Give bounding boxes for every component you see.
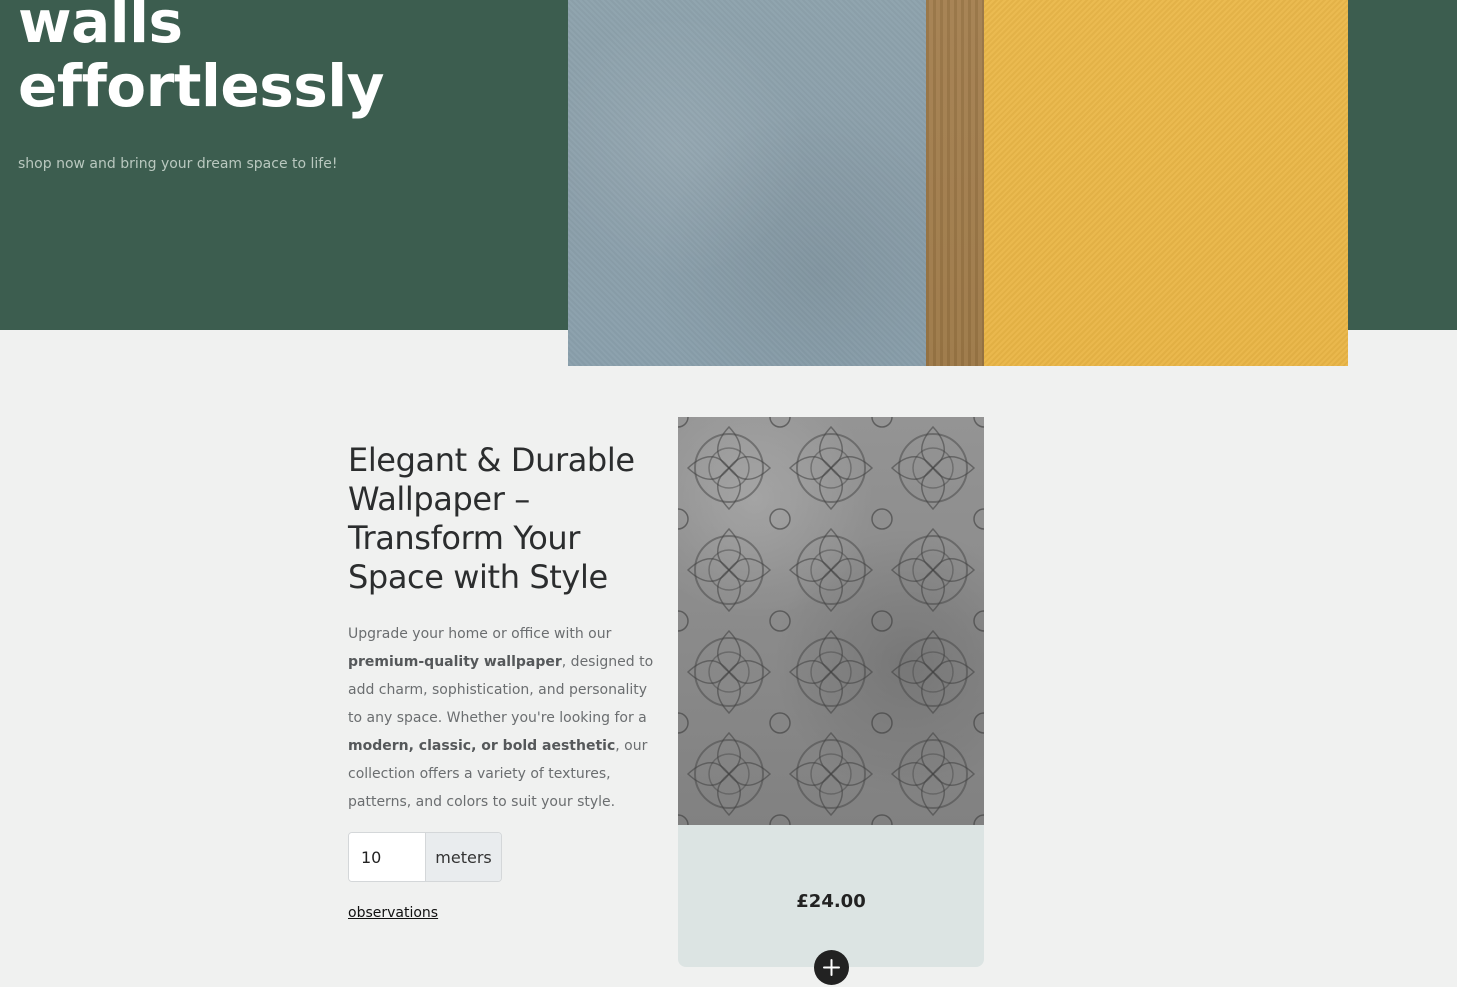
hero-title-line-2: effortlessly [18,52,384,120]
wall-yellow-panel [984,0,1348,366]
hero-wall-image [568,0,1348,366]
hero-title-line-1: walls [18,0,183,56]
quantity-input[interactable] [349,833,425,881]
hero-title: walls effortlessly [18,0,384,118]
hero-subtitle: shop now and bring your dream space to l… [18,156,338,172]
add-to-cart-button[interactable] [814,950,849,985]
product-heading: Elegant & Durable Wallpaper – Transform … [348,441,635,596]
product-description: Upgrade your home or office with our pre… [348,620,658,816]
wallpaper-image [678,417,984,825]
product-card: £24.00 [678,417,984,985]
desc-bold-1: premium-quality wallpaper [348,654,562,670]
damask-pattern [678,417,984,825]
product-price: £24.00 [796,891,866,912]
quantity-unit-label: meters [425,833,501,881]
observations-link[interactable]: observations [348,905,438,921]
wall-blue-panel [568,0,926,366]
quantity-group: meters [348,832,502,882]
desc-bold-2: modern, classic, or bold aesthetic [348,738,616,754]
wall-brown-panel [926,0,984,366]
plus-icon [823,959,840,976]
desc-text-1: Upgrade your home or office with our [348,626,612,642]
